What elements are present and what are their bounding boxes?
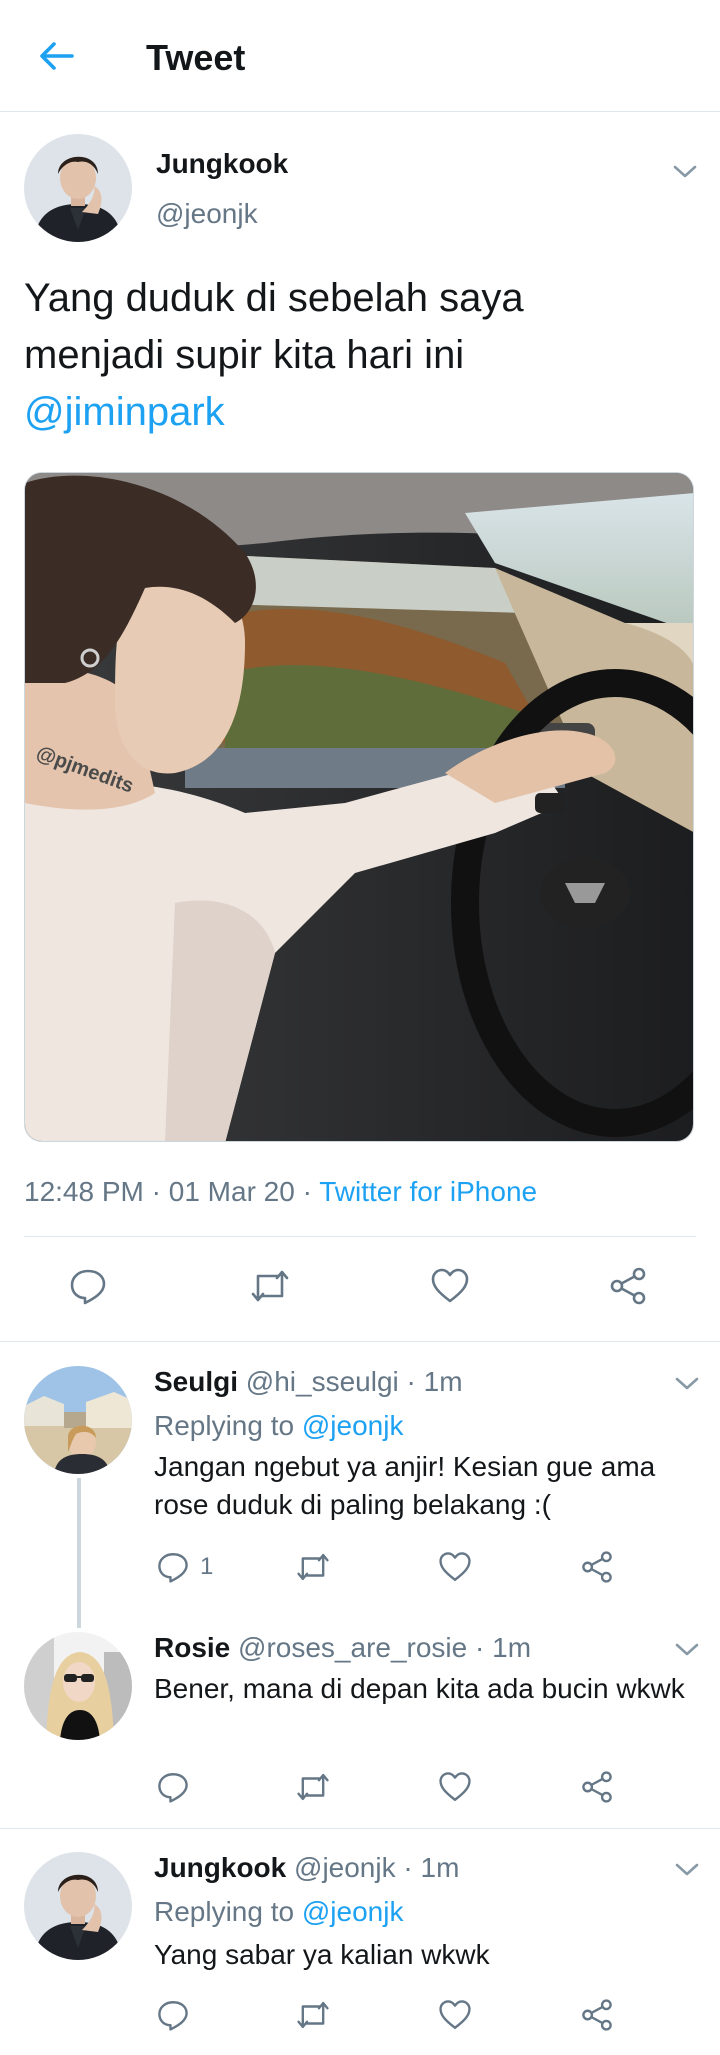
tweet-text-line: menjadi supir kita hari ini xyxy=(24,333,465,377)
share-icon xyxy=(610,1267,646,1305)
share-button[interactable] xyxy=(580,1998,614,2032)
reply-time: 1m xyxy=(423,1366,463,1397)
reply-icon xyxy=(70,1269,106,1305)
divider xyxy=(24,1236,696,1237)
tweet-text: Yang duduk di sebelah saya menjadi supir… xyxy=(24,270,704,441)
like-button[interactable] xyxy=(438,1550,472,1584)
page-title: Tweet xyxy=(146,37,246,78)
share-icon xyxy=(582,1551,612,1583)
replying-to-link[interactable]: @jeonjk xyxy=(302,1896,404,1927)
tweet-metadata: 12:48 PM · 01 Mar 20 · Twitter for iPhon… xyxy=(24,1176,538,1207)
retweet-icon xyxy=(251,1270,289,1302)
share-icon xyxy=(582,1771,612,1803)
reply-author[interactable]: Rosie @roses_are_rosie · 1m xyxy=(154,1632,531,1664)
reply-icon xyxy=(158,1773,188,1803)
author-handle[interactable]: @jeonjk xyxy=(156,198,258,230)
replying-to: Replying to @jeonjk xyxy=(154,1896,403,1928)
retweet-button[interactable] xyxy=(294,1770,332,1804)
author-name: Rosie xyxy=(154,1632,231,1663)
reply-actions xyxy=(0,1998,720,2038)
avatar[interactable] xyxy=(24,1852,132,1960)
reply-text: Bener, mana di depan kita ada bucin wkwk xyxy=(154,1673,685,1704)
chevron-down-icon[interactable] xyxy=(672,1640,702,1660)
author-handle: @jeonjk xyxy=(294,1852,396,1883)
author-name: Seulgi xyxy=(154,1366,239,1397)
heart-icon xyxy=(431,1268,469,1303)
share-button[interactable] xyxy=(580,1550,614,1584)
replying-prefix: Replying to xyxy=(154,1410,295,1441)
arrow-left-icon xyxy=(40,42,74,70)
back-button[interactable] xyxy=(34,36,78,76)
reply-time: 1m xyxy=(420,1852,460,1883)
chevron-down-icon[interactable] xyxy=(670,162,700,182)
top-bar: Tweet xyxy=(0,0,720,112)
reply-author[interactable]: Seulgi @hi_sseulgi · 1m xyxy=(154,1366,463,1398)
retweet-button[interactable] xyxy=(294,1998,332,2032)
retweet-button[interactable] xyxy=(294,1550,332,1584)
tweet-time: 12:48 PM xyxy=(24,1176,144,1207)
replying-to: Replying to @jeonjk xyxy=(154,1410,403,1442)
author-handle: @hi_sseulgi xyxy=(245,1366,399,1397)
reply-actions: 1 xyxy=(0,1550,720,1590)
reply-actions xyxy=(0,1770,720,1810)
replying-prefix: Replying to xyxy=(154,1896,295,1927)
divider xyxy=(0,1828,720,1829)
retweet-button[interactable] xyxy=(248,1266,292,1306)
reply-author[interactable]: Jungkook @jeonjk · 1m xyxy=(154,1852,459,1884)
heart-icon xyxy=(439,2000,471,2029)
avatar[interactable] xyxy=(24,1366,132,1474)
share-button[interactable] xyxy=(580,1770,614,1804)
reply-icon xyxy=(158,2001,188,2031)
tweet-text-line: Yang duduk di sebelah saya xyxy=(24,276,524,320)
reply-text: Jangan ngebut ya anjir! Kesian gue ama r… xyxy=(154,1451,656,1520)
heart-icon xyxy=(439,1552,471,1581)
author-name: Jungkook xyxy=(154,1852,287,1883)
like-button[interactable] xyxy=(438,1770,472,1804)
reply-time: 1m xyxy=(492,1632,532,1663)
reply-button[interactable] xyxy=(156,1998,190,2032)
reply-icon xyxy=(158,1553,188,1583)
avatar[interactable] xyxy=(24,134,132,242)
reply-text: Yang sabar ya kalian wkwk xyxy=(154,1939,490,1970)
tweet-source-link[interactable]: Twitter for iPhone xyxy=(319,1176,537,1207)
reply-count: 1 xyxy=(200,1553,214,1580)
heart-icon xyxy=(439,1772,471,1801)
author-name[interactable]: Jungkook xyxy=(156,148,288,180)
chevron-down-icon[interactable] xyxy=(672,1860,702,1880)
tweet-photo[interactable]: @pjmedits xyxy=(24,472,694,1142)
chevron-down-icon[interactable] xyxy=(672,1374,702,1394)
retweet-icon xyxy=(297,2001,329,2029)
retweet-icon xyxy=(297,1553,329,1581)
share-button[interactable] xyxy=(608,1266,648,1306)
divider xyxy=(0,1341,720,1342)
tweet-date: 01 Mar 20 xyxy=(168,1176,295,1207)
replying-to-link[interactable]: @jeonjk xyxy=(302,1410,404,1441)
like-button[interactable] xyxy=(430,1266,470,1306)
main-tweet-actions xyxy=(0,1266,720,1306)
author-handle: @roses_are_rosie xyxy=(238,1632,468,1663)
retweet-icon xyxy=(297,1773,329,1801)
reply-button[interactable] xyxy=(68,1266,108,1306)
mention-link[interactable]: @jiminpark xyxy=(24,384,704,441)
share-icon xyxy=(582,1999,612,2031)
reply-button[interactable]: 1 xyxy=(156,1550,213,1584)
like-button[interactable] xyxy=(438,1998,472,2032)
avatar[interactable] xyxy=(24,1632,132,1740)
reply-button[interactable] xyxy=(156,1770,190,1804)
